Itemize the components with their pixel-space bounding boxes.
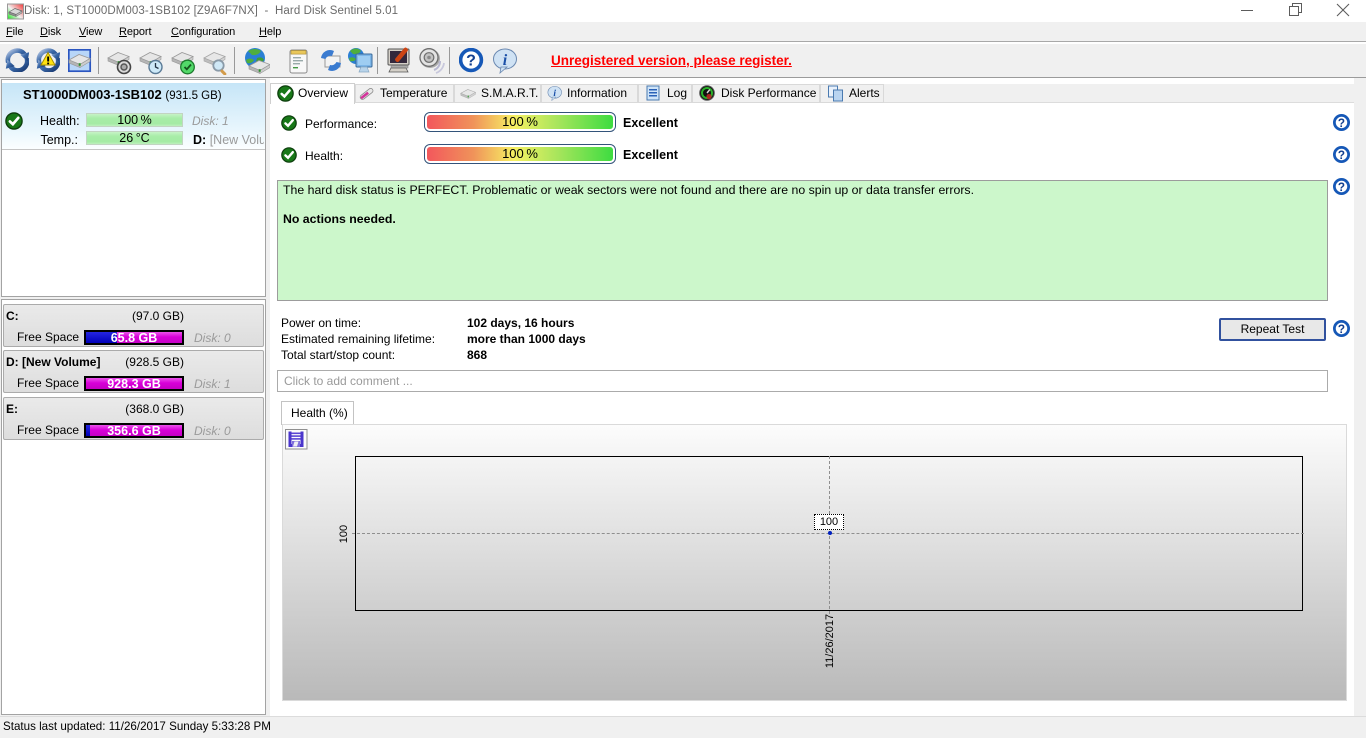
svg-text:?: ? bbox=[466, 53, 476, 70]
svg-text:i: i bbox=[503, 52, 508, 69]
svg-text:i: i bbox=[553, 89, 556, 99]
